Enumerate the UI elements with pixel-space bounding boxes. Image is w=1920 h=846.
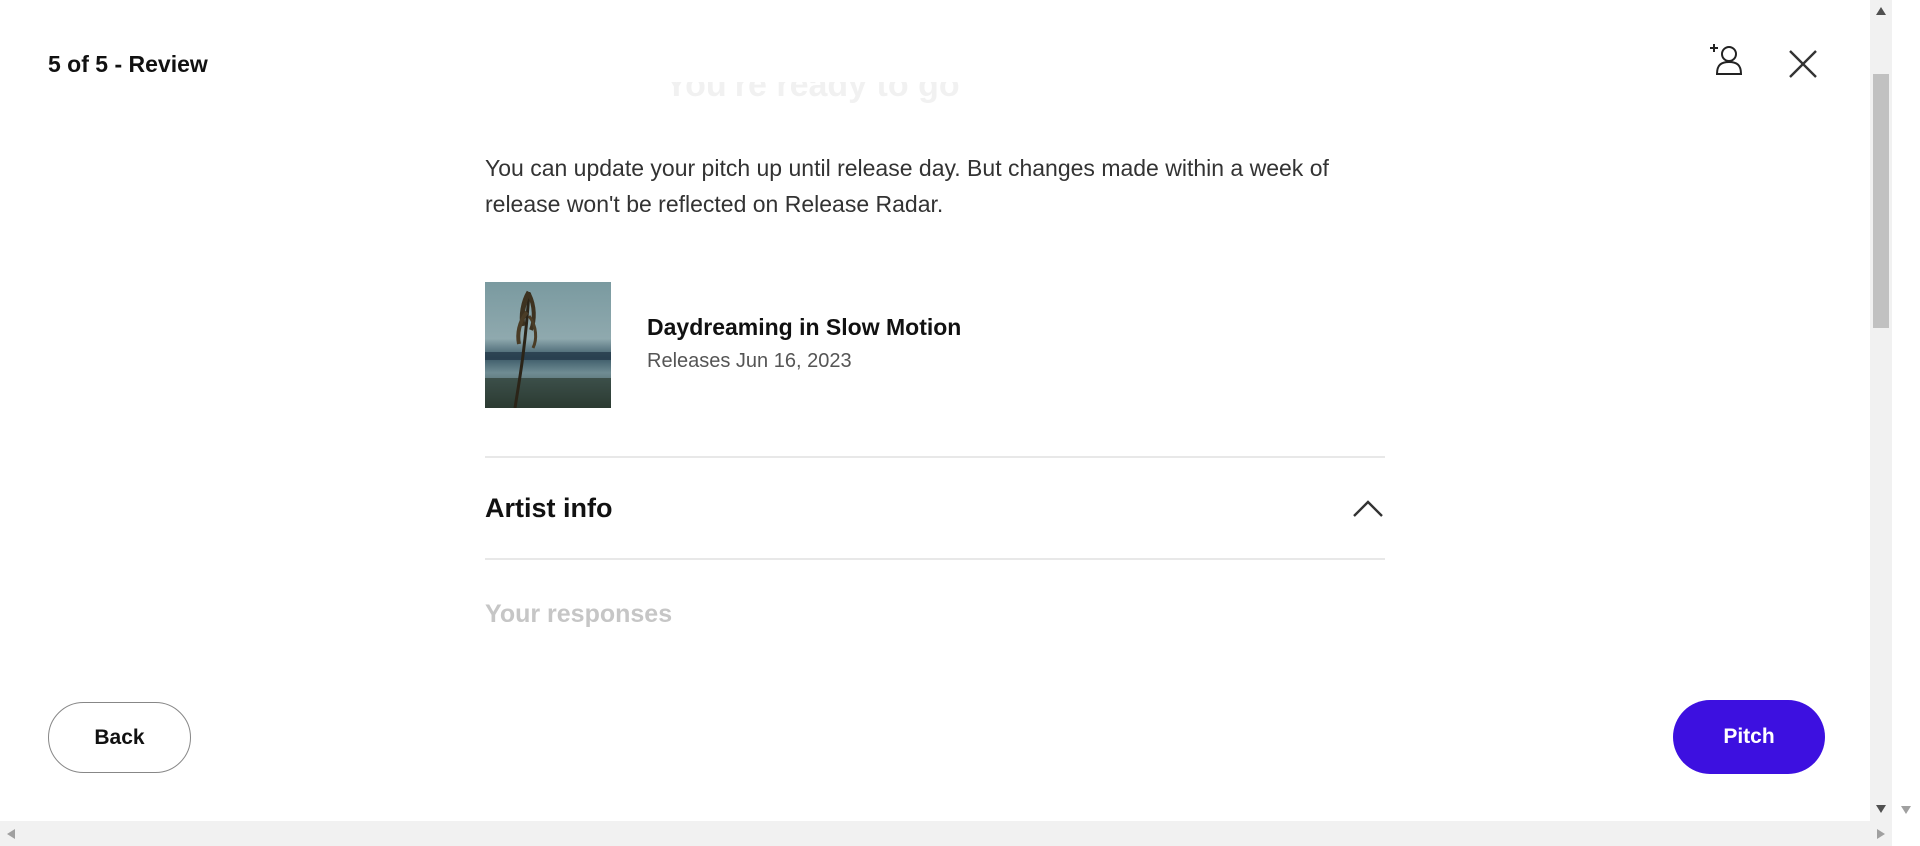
release-cover-art: [485, 282, 611, 408]
release-title: Daydreaming in Slow Motion: [647, 314, 962, 340]
scroll-up-arrow-icon[interactable]: [1870, 0, 1892, 22]
close-icon: [1788, 49, 1818, 82]
release-radar-info: You can update your pitch up until relea…: [485, 155, 1329, 217]
your-responses-heading: Your responses: [485, 600, 673, 628]
add-user-icon: [1707, 40, 1747, 83]
release-date: Releases Jun 16, 2023: [647, 350, 852, 372]
scrollbar-thumb[interactable]: [1873, 74, 1889, 328]
artist-info-title: Artist info: [485, 492, 613, 523]
step-title: 5 of 5 - Review: [48, 51, 208, 77]
horizontal-scrollbar[interactable]: [0, 821, 1892, 846]
invite-collaborator-button[interactable]: [1702, 36, 1752, 86]
close-button[interactable]: [1780, 42, 1826, 88]
back-button[interactable]: Back: [48, 702, 191, 773]
chevron-up-icon[interactable]: [1351, 491, 1385, 525]
outer-scroll-down-arrow-icon[interactable]: [1892, 800, 1920, 820]
vertical-scrollbar[interactable]: [1870, 0, 1892, 821]
review-dialog: 5 of 5 - Review You're ready to go You c…: [0, 0, 1870, 821]
review-heading: You're ready to go: [665, 82, 960, 104]
outer-scrollbar-corner: [1892, 0, 1920, 846]
divider: [485, 558, 1385, 560]
scroll-down-arrow-icon[interactable]: [1870, 798, 1892, 820]
artist-info-accordion[interactable]: Artist info: [485, 458, 1385, 558]
scroll-fade-overlay: [0, 640, 1870, 690]
scroll-right-arrow-icon[interactable]: [1870, 821, 1892, 846]
release-card: Daydreaming in Slow Motion Releases Jun …: [485, 282, 1385, 408]
scroll-left-arrow-icon[interactable]: [0, 821, 22, 846]
pitch-button[interactable]: Pitch: [1673, 700, 1825, 774]
